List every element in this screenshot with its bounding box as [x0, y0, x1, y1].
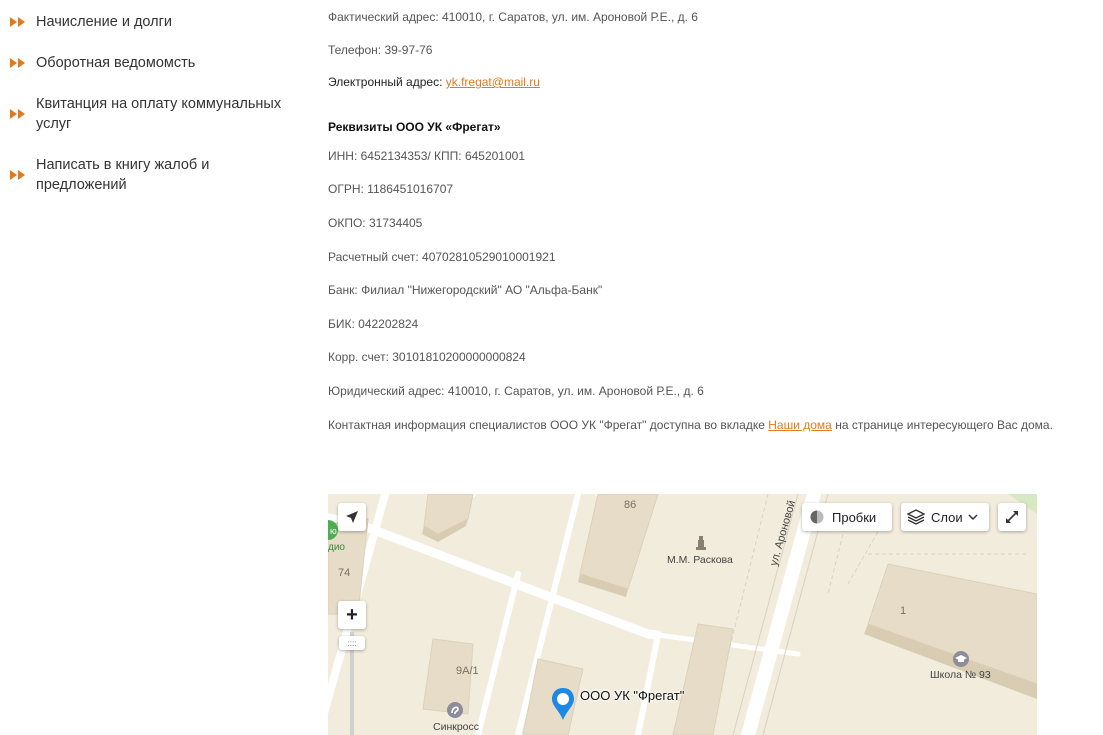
school-icon	[953, 651, 969, 667]
map-label-1: 1	[900, 605, 907, 617]
sidebar-item-label-line2: услуг	[36, 116, 72, 132]
layers-button[interactable]: Слои	[901, 503, 989, 531]
legal-address: Юридический адрес: 410010, г. Саратов, у…	[328, 384, 704, 398]
map-label-raskova: М.М. Раскова	[667, 554, 733, 566]
bank: Банк: Филиал "Нижегородский" АО "Альфа-Б…	[328, 283, 603, 297]
email-row: Электронный адрес: yk.fregat@mail.ru	[328, 75, 540, 89]
map-widget[interactable]: ю 86 74 1 9А/1 М.М. Раскова Школа № 93 С…	[328, 494, 1037, 735]
double-arrow-icon	[10, 170, 25, 180]
phone: Телефон: 39-97-76	[328, 43, 433, 57]
traffic-label: Пробки	[832, 509, 877, 525]
our-houses-link[interactable]: Наши дома	[768, 418, 832, 432]
account: Расчетный счет: 40702810529010001921	[328, 250, 556, 264]
map-label-sinkross: Синкросс	[433, 721, 480, 733]
fullscreen-button[interactable]	[998, 503, 1026, 531]
layers-label: Слои	[931, 509, 963, 525]
geolocation-button[interactable]	[338, 503, 366, 531]
bik: БИК: 042202824	[328, 317, 419, 331]
sidebar-item-label-line1: Квитанция на оплату коммунальных	[36, 96, 282, 112]
zoom-slider-handle[interactable]: ::::	[339, 636, 365, 650]
double-arrow-icon	[10, 58, 25, 68]
email-link[interactable]: yk.fregat@mail.ru	[446, 75, 540, 89]
double-arrow-icon	[10, 17, 25, 27]
ogrn: ОГРН: 1186451016707	[328, 182, 454, 196]
map-pin-icon[interactable]	[550, 686, 578, 722]
sidebar-item-receipt[interactable]: Квитанция на оплату коммунальных услуг	[10, 94, 300, 134]
sidebar-item-charges[interactable]: Начисление и долги	[10, 12, 300, 32]
monument-icon	[696, 536, 706, 550]
shop-icon	[447, 702, 463, 718]
sidebar-item-statement[interactable]: Оборотная ведомомсть	[10, 53, 300, 73]
marker-label: ООО УК "Фрегат"	[580, 688, 685, 703]
map-label-school: Школа № 93	[930, 669, 991, 681]
requisites-heading: Реквизиты ООО УК «Фрегат»	[328, 120, 501, 134]
contact-info: Контактная информация специалистов ООО У…	[328, 418, 1053, 432]
email-label: Электронный адрес:	[328, 75, 446, 89]
sidebar-item-label: Квитанция на оплату коммунальных услуг	[36, 94, 281, 134]
double-arrow-icon	[10, 109, 25, 119]
sidebar-item-label: Написать в книгу жалоб и предложений	[36, 157, 210, 193]
map-label-9a1: 9А/1	[456, 665, 479, 677]
map-label-86: 86	[624, 499, 637, 511]
layers-icon	[907, 509, 925, 525]
zoom-in-button[interactable]: +	[338, 601, 366, 629]
traffic-button[interactable]: Пробки	[802, 503, 892, 531]
traffic-icon	[810, 510, 824, 524]
sidebar-item-label: Оборотная ведомомсть	[36, 55, 196, 71]
chevron-down-icon	[968, 514, 978, 521]
inn: ИНН: 6452134353/ КПП: 645201001	[328, 149, 526, 163]
actual-address: Фактический адрес: 410010, г. Саратов, у…	[328, 10, 698, 24]
okpo: ОКПО: 31734405	[328, 216, 423, 230]
corr-account: Корр. счет: 30101810200000000824	[328, 350, 526, 364]
location-arrow-icon	[346, 511, 358, 523]
svg-text:ю: ю	[330, 526, 337, 536]
map-label-radio: дио	[328, 542, 345, 553]
sidebar-item-complaints[interactable]: Написать в книгу жалоб и предложений	[10, 155, 300, 195]
plus-icon: +	[346, 603, 358, 626]
expand-icon	[1006, 511, 1018, 523]
sidebar-item-label: Начисление и долги	[36, 14, 173, 30]
map-label-74: 74	[338, 567, 351, 579]
